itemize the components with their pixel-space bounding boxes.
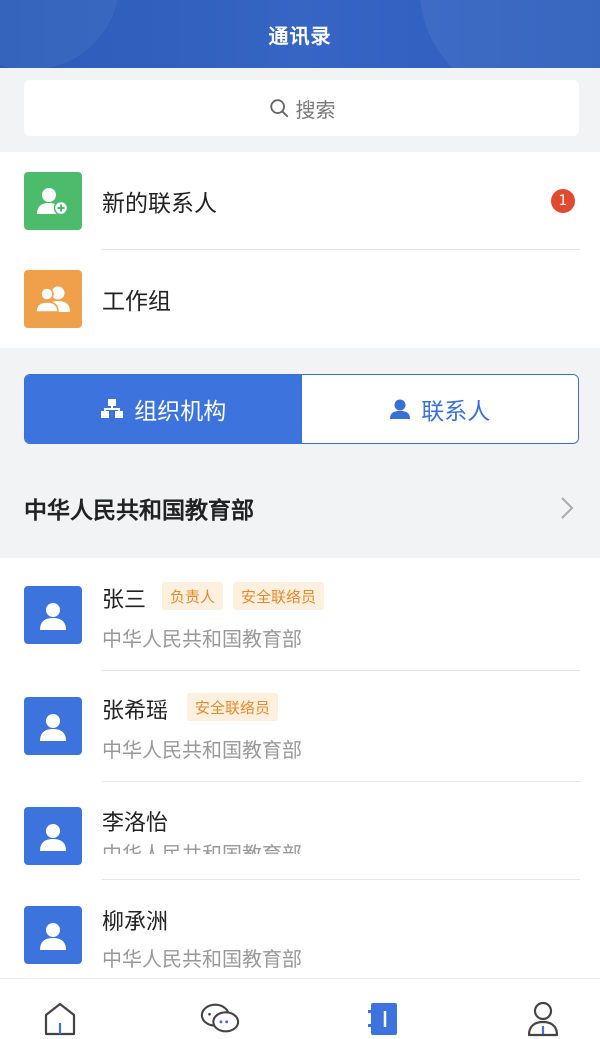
role-tag: 安全联络员: [233, 582, 325, 610]
contact-organization: 中华人民共和国教育部: [102, 947, 302, 971]
contact-name: 张希瑶: [102, 699, 169, 724]
nav-messages[interactable]: [200, 999, 240, 1039]
bottom-nav: [0, 978, 600, 1039]
search-placeholder: 搜索: [295, 97, 336, 122]
new-contacts-item[interactable]: 新的联系人 1: [0, 152, 600, 250]
avatar-icon: [24, 586, 82, 644]
contact-organization: 中华人民共和国教育部: [102, 738, 302, 762]
contact-name: 李洛怡: [102, 811, 169, 836]
chat-icon: [200, 1003, 240, 1033]
header-decoration: [0, 0, 120, 68]
chevron-right-icon: [561, 497, 574, 519]
person-icon: [390, 399, 411, 419]
nav-home[interactable]: [40, 999, 80, 1039]
org-chart-icon: [101, 399, 124, 418]
group-icon: [24, 270, 82, 328]
avatar-icon: [24, 807, 82, 865]
organization-name: 中华人民共和国教育部: [24, 498, 254, 524]
list-item[interactable]: 张三 负责人 安全联络员 中华人民共和国教育部: [0, 558, 600, 671]
quick-list: 新的联系人 1 工作组: [0, 152, 600, 348]
contact-organization: 中华人民共和国教育部: [102, 627, 302, 651]
new-contacts-label: 新的联系人: [102, 191, 217, 217]
search-icon: [269, 99, 288, 118]
add-user-icon: [24, 172, 82, 230]
tab-organization-label: 组织机构: [134, 399, 227, 425]
role-tag: 安全联络员: [187, 693, 279, 721]
avatar-icon: [24, 697, 82, 755]
contacts-book-icon: [368, 1003, 397, 1035]
role-tag: 负责人: [162, 582, 224, 610]
top-bar: 通讯录: [0, 0, 600, 68]
nav-contacts[interactable]: [362, 999, 402, 1039]
nav-profile[interactable]: [523, 999, 563, 1039]
work-group-label: 工作组: [102, 289, 171, 315]
search-input[interactable]: 搜索: [24, 80, 579, 136]
contact-tabs: 组织机构 联系人: [24, 374, 579, 444]
organization-row[interactable]: 中华人民共和国教育部: [0, 458, 600, 558]
contact-organization: 中华人民共和国教育部: [102, 842, 302, 854]
tab-contacts-label: 联系人: [421, 399, 491, 425]
home-icon: [44, 1002, 76, 1036]
list-item[interactable]: 张希瑶 安全联络员 中华人民共和国教育部: [0, 671, 600, 782]
notification-badge: 1: [551, 189, 575, 213]
profile-icon: [527, 1001, 559, 1037]
tab-organization[interactable]: 组织机构: [25, 375, 302, 443]
page-title: 通讯录: [268, 23, 332, 48]
list-item[interactable]: 李洛怡 中华人民共和国教育部: [0, 782, 600, 880]
contact-name: 柳承洲: [102, 910, 169, 935]
work-group-item[interactable]: 工作组: [0, 250, 600, 348]
search-area: 搜索: [0, 68, 600, 152]
avatar-icon: [24, 906, 82, 964]
contact-name: 张三: [102, 588, 147, 613]
tab-contacts[interactable]: 联系人: [301, 375, 578, 443]
list-item[interactable]: 柳承洲 中华人民共和国教育部: [0, 880, 600, 978]
contact-list: 张三 负责人 安全联络员 中华人民共和国教育部 张希瑶 安全联络员 中华人民共和…: [0, 558, 600, 978]
header-decoration: [420, 0, 600, 68]
